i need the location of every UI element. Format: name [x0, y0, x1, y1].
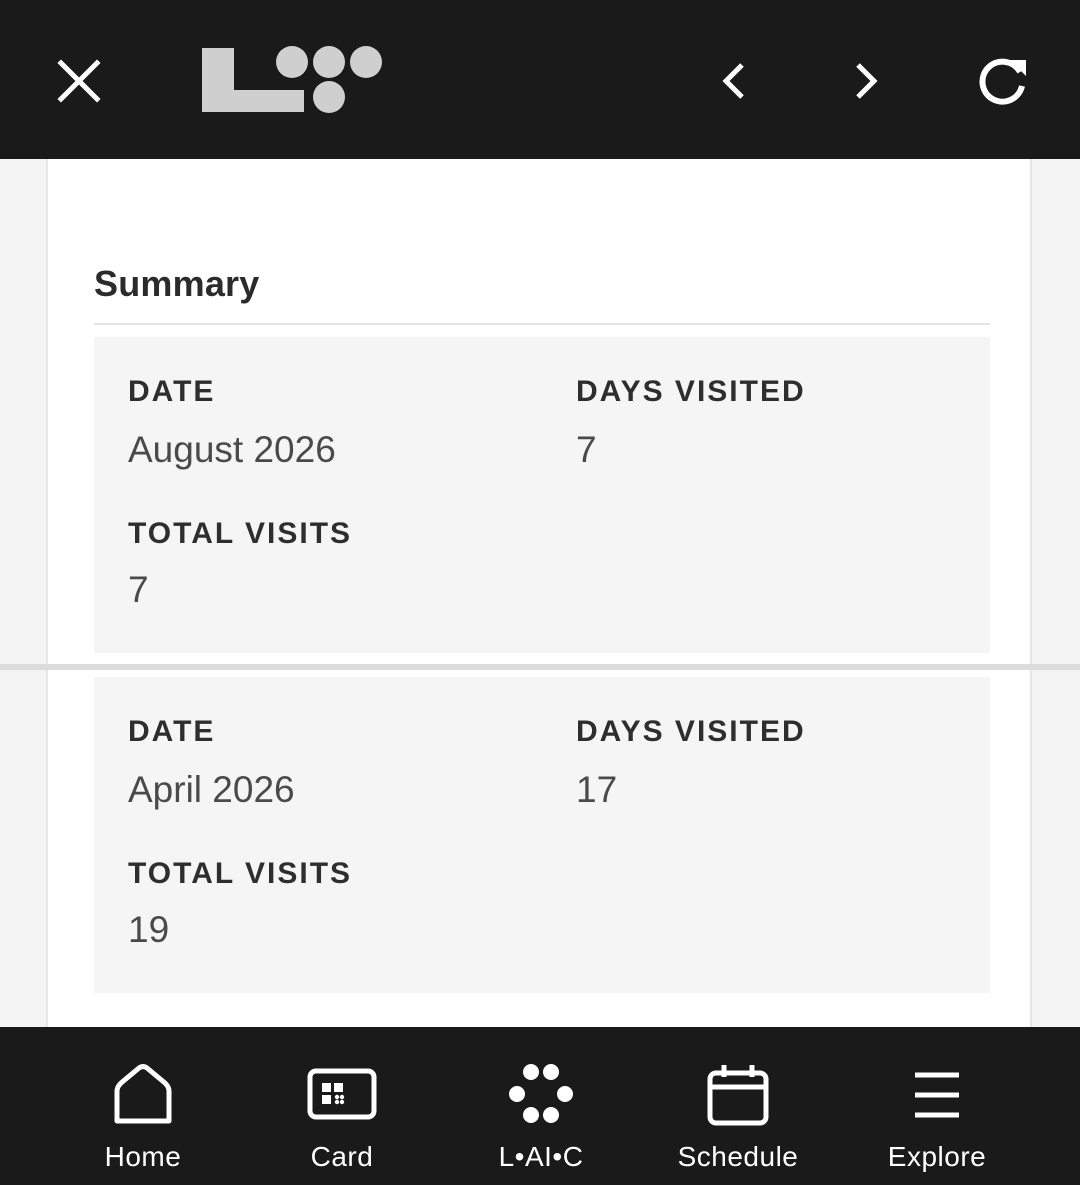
menu-icon	[915, 1072, 959, 1118]
nav-item-home[interactable]: Home	[53, 1027, 233, 1185]
close-button[interactable]	[46, 48, 112, 114]
forward-button[interactable]	[834, 48, 900, 114]
section-divider	[0, 664, 1080, 670]
date-value: August 2026	[128, 429, 336, 470]
nav-label-explore: Explore	[887, 1141, 987, 1172]
days-visited-value: 7	[576, 429, 597, 470]
summary-title: Summary	[94, 263, 260, 304]
close-icon	[57, 59, 101, 103]
nav-label-schedule: Schedule	[677, 1141, 799, 1172]
nav-item-laic[interactable]: L•AI•C	[451, 1027, 631, 1185]
calendar-icon	[707, 1065, 769, 1126]
back-button[interactable]	[700, 48, 766, 114]
home-icon	[114, 1064, 172, 1124]
chevron-right-icon	[856, 63, 878, 99]
nav-item-schedule[interactable]: Schedule	[648, 1027, 828, 1185]
nav-label-home: Home	[104, 1141, 182, 1172]
laic-dots-icon	[509, 1064, 573, 1123]
reload-button[interactable]	[968, 46, 1038, 116]
top-bar	[0, 0, 1080, 159]
summary-rule	[94, 323, 990, 325]
days-visited-label: DAYS VISITED	[576, 375, 806, 408]
nav-item-explore[interactable]: Explore	[847, 1027, 1027, 1185]
total-visits-value: 19	[128, 909, 170, 950]
content-area: Summary DATE August 2026 DAYS VISITED 7 …	[0, 159, 1080, 1027]
days-visited-value: 17	[576, 769, 618, 810]
nav-label-laic: L•AI•C	[498, 1141, 584, 1172]
laic-logo	[202, 46, 382, 113]
total-visits-label: TOTAL VISITS	[128, 857, 353, 890]
card-icon	[307, 1068, 377, 1120]
summary-panel: Summary DATE August 2026 DAYS VISITED 7 …	[46, 159, 1032, 1027]
nav-label-card: Card	[310, 1141, 374, 1172]
visit-summary-card: DATE August 2026 DAYS VISITED 7 TOTAL VI…	[94, 337, 990, 653]
date-label: DATE	[128, 375, 216, 408]
total-visits-label: TOTAL VISITS	[128, 517, 353, 550]
bottom-nav: Home Card L•AI•C Schedule Explore	[0, 1027, 1080, 1185]
visit-summary-card: DATE April 2026 DAYS VISITED 17 TOTAL VI…	[94, 677, 990, 993]
nav-item-card[interactable]: Card	[252, 1027, 432, 1185]
date-value: April 2026	[128, 769, 295, 810]
total-visits-value: 7	[128, 569, 149, 610]
reload-icon	[979, 58, 1026, 105]
date-label: DATE	[128, 715, 216, 748]
chevron-left-icon	[722, 63, 744, 99]
days-visited-label: DAYS VISITED	[576, 715, 806, 748]
